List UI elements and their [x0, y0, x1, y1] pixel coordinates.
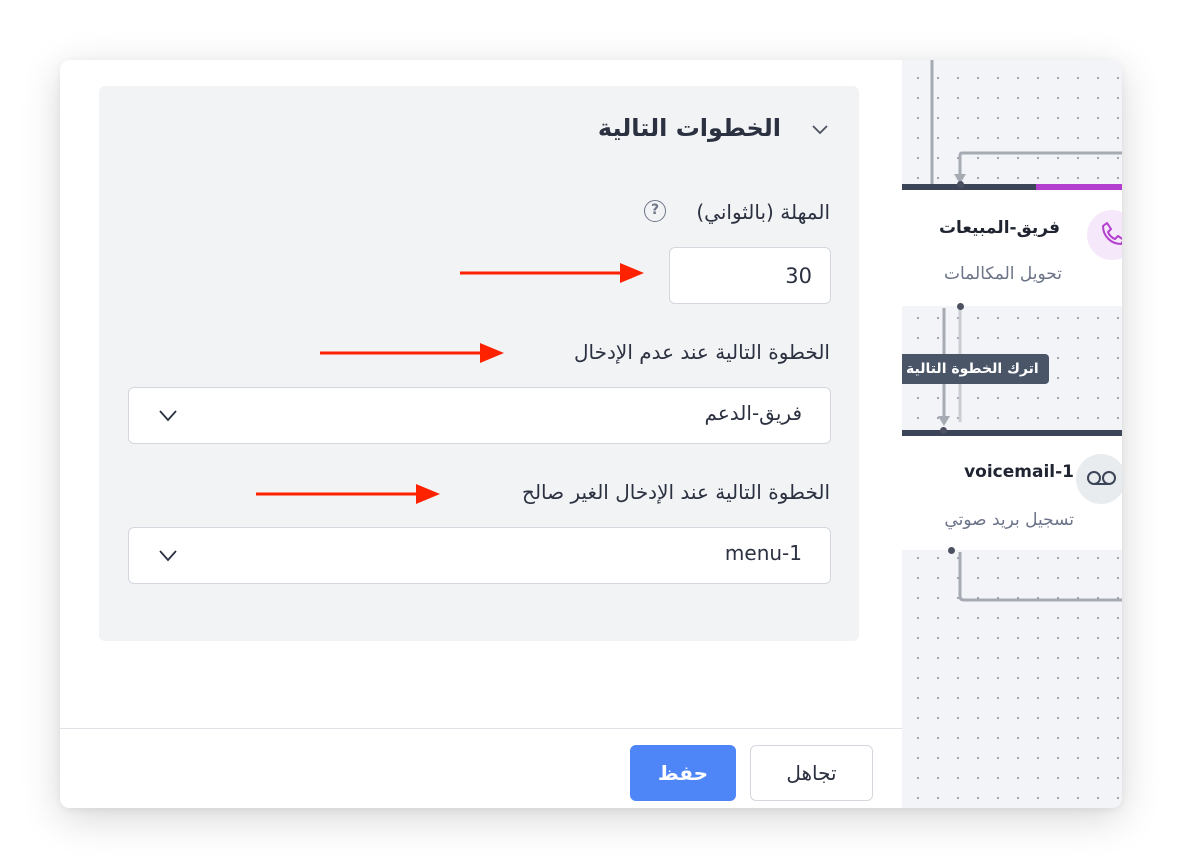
flow-node-voicemail[interactable]: voicemail-1 تسجيل بريد صوتي — [902, 430, 1122, 550]
chevron-down-icon — [159, 550, 177, 562]
chevron-down-icon — [159, 410, 177, 422]
edge-label[interactable]: اترك الخطوة التالية — [902, 354, 1049, 384]
flow-canvas[interactable]: فريق-المبيعات تحويل المكالمات اترك الخطو… — [902, 60, 1122, 808]
node-subtitle: تسجيل بريد صوتي — [944, 510, 1074, 530]
save-button[interactable]: حفظ — [630, 745, 736, 801]
invalid-input-selected-value: menu-1 — [724, 541, 802, 565]
help-icon[interactable]: ? — [644, 200, 666, 222]
panel-footer: حفظ تجاهل — [60, 728, 902, 808]
cancel-button[interactable]: تجاهل — [750, 745, 873, 801]
node-port[interactable] — [940, 427, 947, 434]
chevron-down-icon[interactable] — [809, 118, 831, 140]
node-port[interactable] — [948, 547, 955, 554]
app-window: فريق-المبيعات تحويل المكالمات اترك الخطو… — [60, 60, 1122, 808]
flow-node-sales-team[interactable]: فريق-المبيعات تحويل المكالمات — [902, 184, 1122, 306]
no-input-select[interactable]: فريق-الدعم — [128, 387, 831, 444]
node-title: فريق-المبيعات — [938, 218, 1060, 238]
node-port[interactable] — [957, 181, 964, 188]
annotation-arrow — [256, 484, 440, 504]
invalid-input-select[interactable]: menu-1 — [128, 527, 831, 584]
timeout-input-field[interactable] — [670, 248, 830, 303]
node-subtitle: تحويل المكالمات — [944, 264, 1062, 284]
voicemail-icon — [1076, 454, 1122, 504]
phone-icon — [1087, 210, 1122, 260]
no-input-label: الخطوة التالية عند عدم الإدخال — [574, 340, 830, 364]
section-title: الخطوات التالية — [597, 114, 781, 142]
timeout-label: المهلة (بالثواني) — [696, 200, 830, 224]
invalid-input-label: الخطوة التالية عند الإدخال الغير صالح — [522, 480, 830, 504]
node-port[interactable] — [957, 303, 964, 310]
annotation-arrow — [320, 343, 504, 363]
timeout-input[interactable] — [669, 247, 831, 304]
node-accent-bar-dark — [902, 184, 1036, 190]
node-title: voicemail-1 — [964, 462, 1074, 482]
settings-panel: الخطوات التالية المهلة (بالثواني) ? الخط… — [60, 60, 902, 808]
annotation-arrow — [460, 263, 644, 283]
node-accent-bar — [902, 430, 1122, 436]
no-input-selected-value: فريق-الدعم — [704, 401, 802, 425]
